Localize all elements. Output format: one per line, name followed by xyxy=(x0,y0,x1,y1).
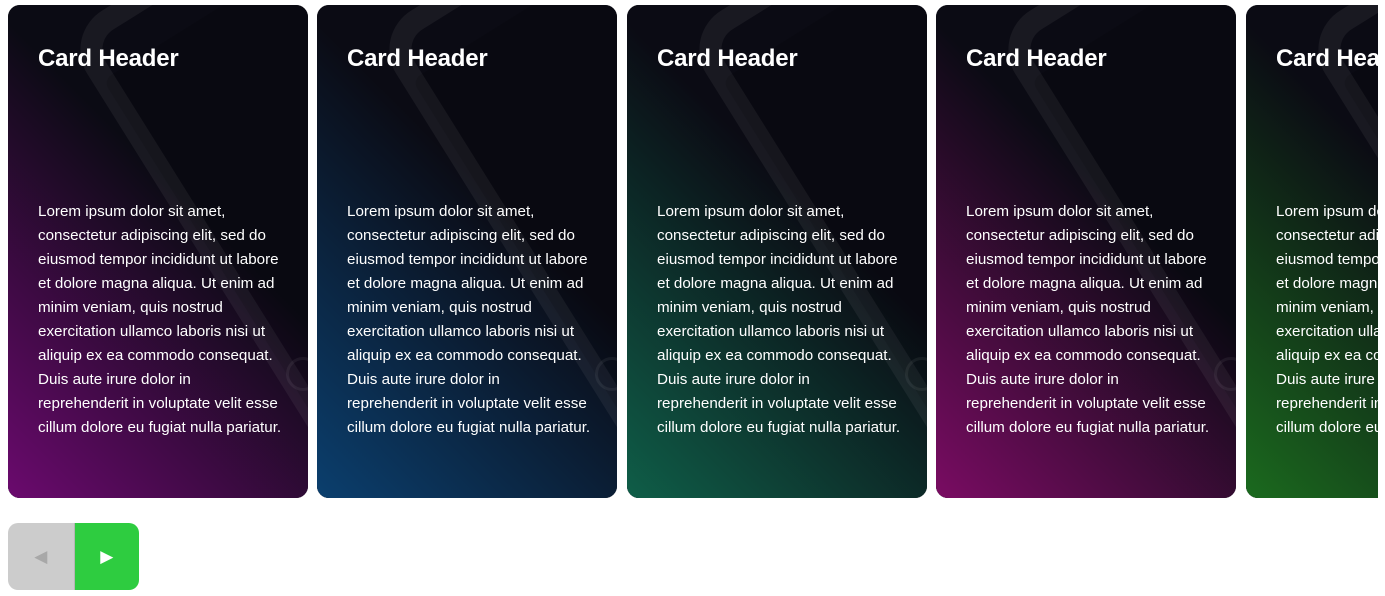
card-content: Card Header Lorem ipsum dolor sit amet, … xyxy=(1276,5,1378,498)
card-body-text: Lorem ipsum dolor sit amet, consectetur … xyxy=(38,203,282,436)
card: Card Header Lorem ipsum dolor sit amet, … xyxy=(317,5,617,498)
next-button[interactable]: ▶ xyxy=(73,523,139,590)
card-body-text: Lorem ipsum dolor sit amet, consectetur … xyxy=(1276,203,1378,436)
triangle-left-icon: ◀ xyxy=(34,546,48,567)
card-body-text: Lorem ipsum dolor sit amet, consectetur … xyxy=(347,203,591,436)
card-content: Card Header Lorem ipsum dolor sit amet, … xyxy=(966,5,1209,498)
card: Card Header Lorem ipsum dolor sit amet, … xyxy=(8,5,308,498)
card-content: Card Header Lorem ipsum dolor sit amet, … xyxy=(347,5,590,498)
card: Card Header Lorem ipsum dolor sit amet, … xyxy=(627,5,927,498)
card-header: Card Header xyxy=(38,45,179,72)
card: Card Header Lorem ipsum dolor sit amet, … xyxy=(936,5,1236,498)
triangle-right-icon: ▶ xyxy=(100,546,114,567)
carousel-navigation: ◀ ▶ xyxy=(8,523,139,590)
card-body-text: Lorem ipsum dolor sit amet, consectetur … xyxy=(657,203,901,436)
card-header: Card Header xyxy=(966,45,1107,72)
previous-button[interactable]: ◀ xyxy=(8,523,74,590)
card-content: Card Header Lorem ipsum dolor sit amet, … xyxy=(38,5,281,498)
card-header: Card Header xyxy=(657,45,798,72)
card-header: Card Header xyxy=(347,45,488,72)
card-header: Card Header xyxy=(1276,45,1378,72)
card-body-text: Lorem ipsum dolor sit amet, consectetur … xyxy=(966,203,1210,436)
card-carousel: Card Header Lorem ipsum dolor sit amet, … xyxy=(0,0,1378,510)
card-content: Card Header Lorem ipsum dolor sit amet, … xyxy=(657,5,900,498)
card: Card Header Lorem ipsum dolor sit amet, … xyxy=(1246,5,1378,498)
